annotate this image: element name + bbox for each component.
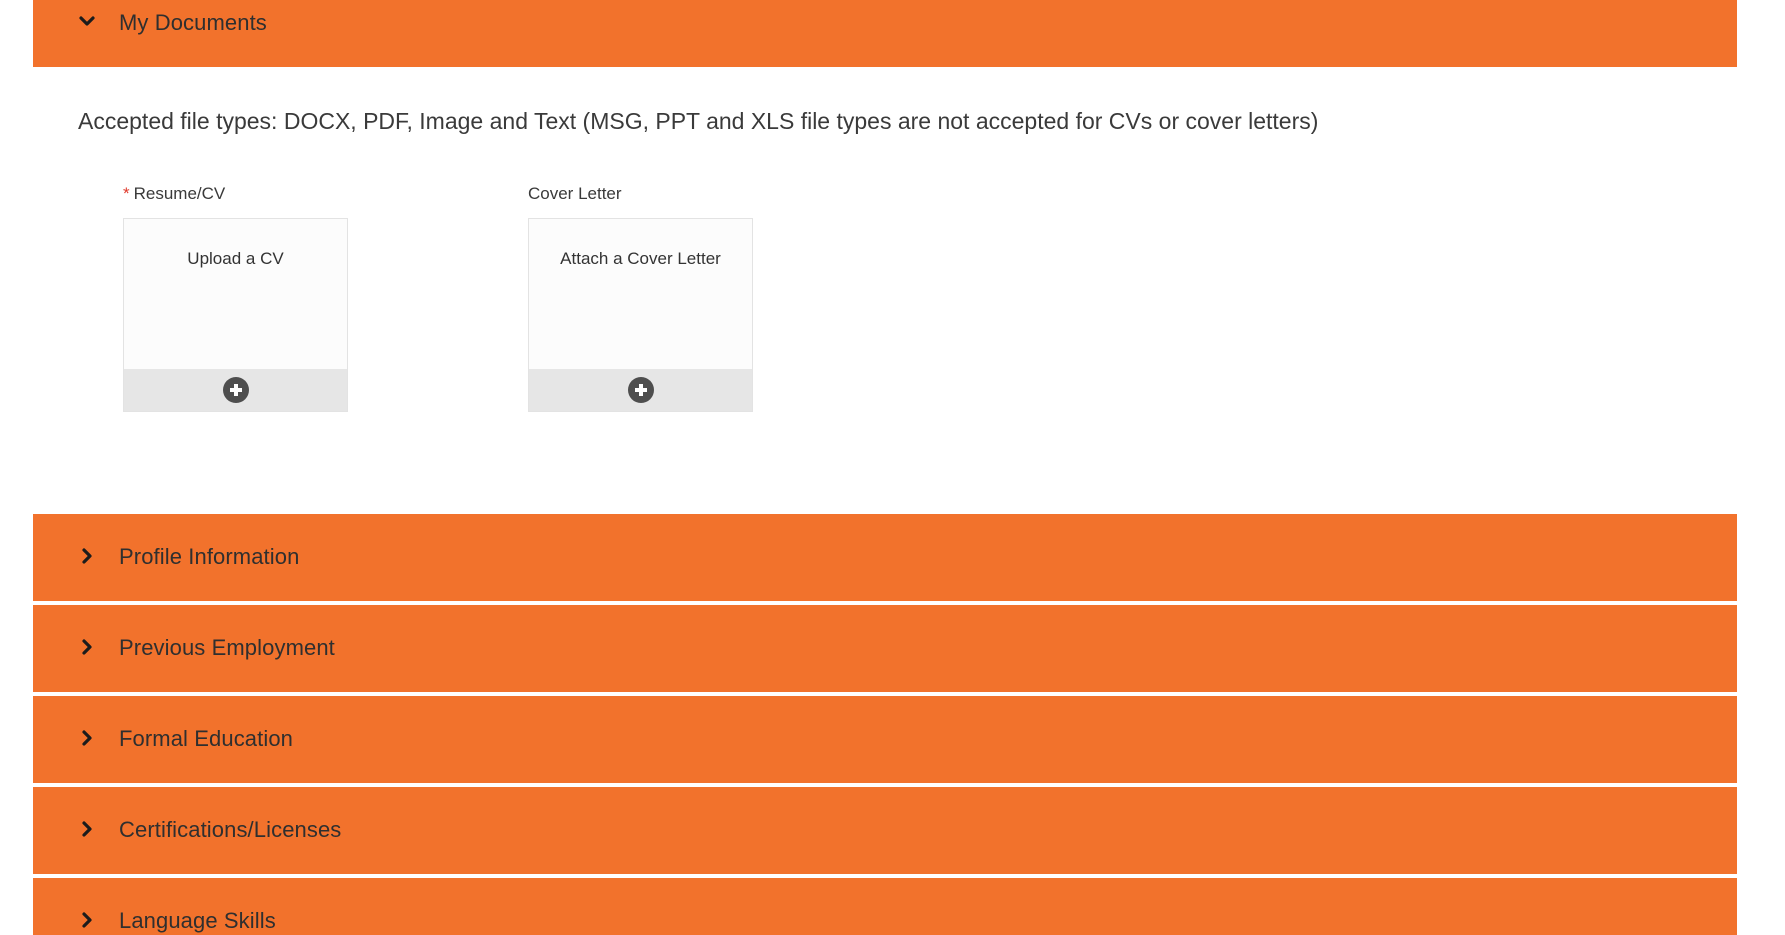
section-title-my-documents: My Documents bbox=[119, 10, 267, 35]
section-title-profile-information: Profile Information bbox=[119, 544, 300, 569]
required-marker: * bbox=[123, 184, 130, 203]
accordion-header-formal-education[interactable]: Formal Education bbox=[33, 696, 1737, 783]
accordion-header-profile-information[interactable]: Profile Information bbox=[33, 514, 1737, 601]
cover-letter-card-footer bbox=[529, 369, 752, 411]
section-title-previous-employment: Previous Employment bbox=[119, 635, 335, 660]
accordion-header-my-documents[interactable]: My Documents bbox=[33, 0, 1737, 67]
accordion-header-language-skills[interactable]: Language Skills bbox=[33, 878, 1737, 935]
chevron-right-icon bbox=[79, 730, 95, 746]
chevron-down-icon bbox=[79, 14, 95, 30]
section-title-formal-education: Formal Education bbox=[119, 726, 294, 751]
accepted-file-types-note: Accepted file types: DOCX, PDF, Image an… bbox=[78, 108, 1319, 134]
resume-label-text: Resume/CV bbox=[133, 184, 226, 203]
resume-field-label: * Resume/CV bbox=[123, 184, 225, 208]
resume-card-footer bbox=[124, 369, 347, 411]
chevron-right-icon bbox=[79, 639, 95, 655]
accordion-header-certifications-licenses[interactable]: Certifications/Licenses bbox=[33, 787, 1737, 874]
section-title-language-skills: Language Skills bbox=[119, 908, 276, 933]
accordion-header-previous-employment[interactable]: Previous Employment bbox=[33, 605, 1737, 692]
chevron-right-icon bbox=[79, 912, 95, 928]
cover-letter-upload-card[interactable]: Attach a Cover Letter bbox=[528, 218, 753, 412]
chevron-right-icon bbox=[79, 821, 95, 837]
resume-upload-column: * Resume/CV Upload a CV bbox=[123, 184, 348, 412]
cover-letter-field-label: Cover Letter bbox=[528, 184, 622, 203]
resume-card-title: Upload a CV bbox=[187, 249, 284, 268]
cover-letter-upload-column: Cover Letter Attach a Cover Letter bbox=[528, 184, 753, 412]
my-documents-panel: Accepted file types: DOCX, PDF, Image an… bbox=[33, 67, 1737, 514]
chevron-right-icon bbox=[79, 548, 95, 564]
section-title-certifications-licenses: Certifications/Licenses bbox=[119, 817, 342, 842]
plus-circle-icon[interactable] bbox=[627, 377, 654, 403]
resume-upload-card[interactable]: Upload a CV bbox=[123, 218, 348, 412]
cover-letter-card-title: Attach a Cover Letter bbox=[560, 249, 721, 268]
plus-circle-icon[interactable] bbox=[222, 377, 249, 403]
